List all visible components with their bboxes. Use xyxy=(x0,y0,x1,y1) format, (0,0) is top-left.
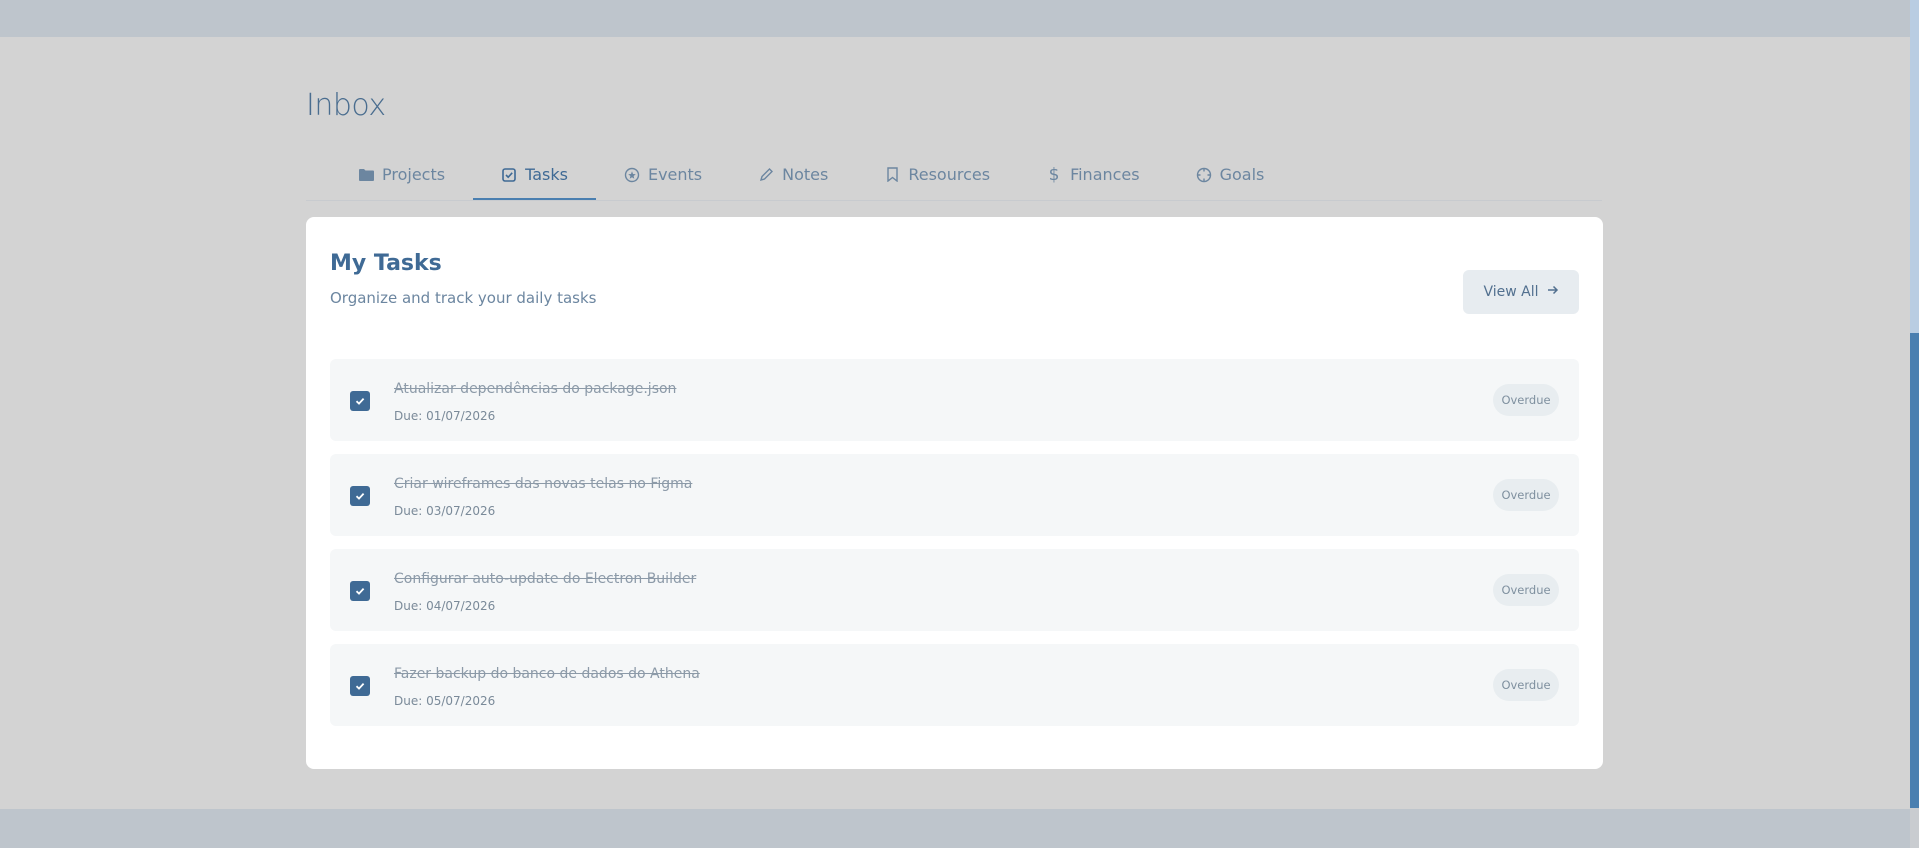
top-bar xyxy=(0,0,1910,37)
tab-label: Notes xyxy=(782,165,829,184)
tab-label: Projects xyxy=(382,165,446,184)
tab-finances[interactable]: $ Finances xyxy=(1018,150,1168,199)
task-title: Configurar auto-update do Electron Build… xyxy=(394,571,697,587)
task-title: Atualizar dependências do package.json xyxy=(394,381,677,397)
checkbox-icon xyxy=(501,167,517,183)
tab-resources[interactable]: Resources xyxy=(856,150,1018,199)
dollar-icon: $ xyxy=(1048,164,1060,185)
task-due-date: Due: 05/07/2026 xyxy=(394,694,496,708)
tab-projects[interactable]: Projects xyxy=(306,150,473,199)
scrollbar-track-highlight xyxy=(1910,0,1919,333)
arrow-right-icon xyxy=(1547,284,1559,300)
check-icon xyxy=(355,492,365,500)
view-all-label: View All xyxy=(1483,284,1539,300)
task-checkbox[interactable] xyxy=(350,676,370,696)
task-item[interactable]: Fazer backup do banco de dados do Athena… xyxy=(330,644,1579,726)
bookmark-icon xyxy=(884,167,900,183)
tab-label: Tasks xyxy=(525,165,568,184)
status-badge: Overdue xyxy=(1493,479,1559,511)
card-title: My Tasks xyxy=(330,251,442,276)
status-badge: Overdue xyxy=(1493,574,1559,606)
task-list: Atualizar dependências do package.json D… xyxy=(330,359,1579,739)
status-badge: Overdue xyxy=(1493,669,1559,701)
task-title: Fazer backup do banco de dados do Athena xyxy=(394,666,700,682)
folder-icon xyxy=(358,167,374,183)
scrollbar-thumb[interactable] xyxy=(1910,333,1919,808)
scrollbar[interactable] xyxy=(1910,0,1919,848)
status-badge: Overdue xyxy=(1493,384,1559,416)
events-icon xyxy=(624,167,640,183)
task-due-date: Due: 04/07/2026 xyxy=(394,599,496,613)
check-icon xyxy=(355,682,365,690)
task-item[interactable]: Criar wireframes das novas telas no Figm… xyxy=(330,454,1579,536)
tab-bar: Projects Tasks Events Notes Resources $ … xyxy=(306,150,1602,201)
page-title: Inbox xyxy=(306,88,386,123)
tab-events[interactable]: Events xyxy=(596,150,730,199)
task-checkbox[interactable] xyxy=(350,391,370,411)
tab-goals[interactable]: Goals xyxy=(1168,150,1293,199)
tab-notes[interactable]: Notes xyxy=(730,150,856,199)
check-icon xyxy=(355,587,365,595)
card-subtitle: Organize and track your daily tasks xyxy=(330,289,597,307)
tab-label: Resources xyxy=(908,165,991,184)
bottom-bar xyxy=(0,809,1910,848)
view-all-button[interactable]: View All xyxy=(1463,270,1579,314)
tab-tasks[interactable]: Tasks xyxy=(473,150,596,200)
task-title: Criar wireframes das novas telas no Figm… xyxy=(394,476,693,492)
task-due-date: Due: 01/07/2026 xyxy=(394,409,496,423)
check-icon xyxy=(355,397,365,405)
task-checkbox[interactable] xyxy=(350,486,370,506)
task-item[interactable]: Configurar auto-update do Electron Build… xyxy=(330,549,1579,631)
tasks-card: My Tasks Organize and track your daily t… xyxy=(306,217,1603,769)
tab-label: Goals xyxy=(1219,165,1265,184)
target-icon xyxy=(1196,167,1212,183)
task-checkbox[interactable] xyxy=(350,581,370,601)
task-item[interactable]: Atualizar dependências do package.json D… xyxy=(330,359,1579,441)
tab-label: Events xyxy=(647,165,703,184)
tab-label: Finances xyxy=(1070,165,1140,184)
task-due-date: Due: 03/07/2026 xyxy=(394,504,496,518)
pencil-icon xyxy=(758,167,774,183)
